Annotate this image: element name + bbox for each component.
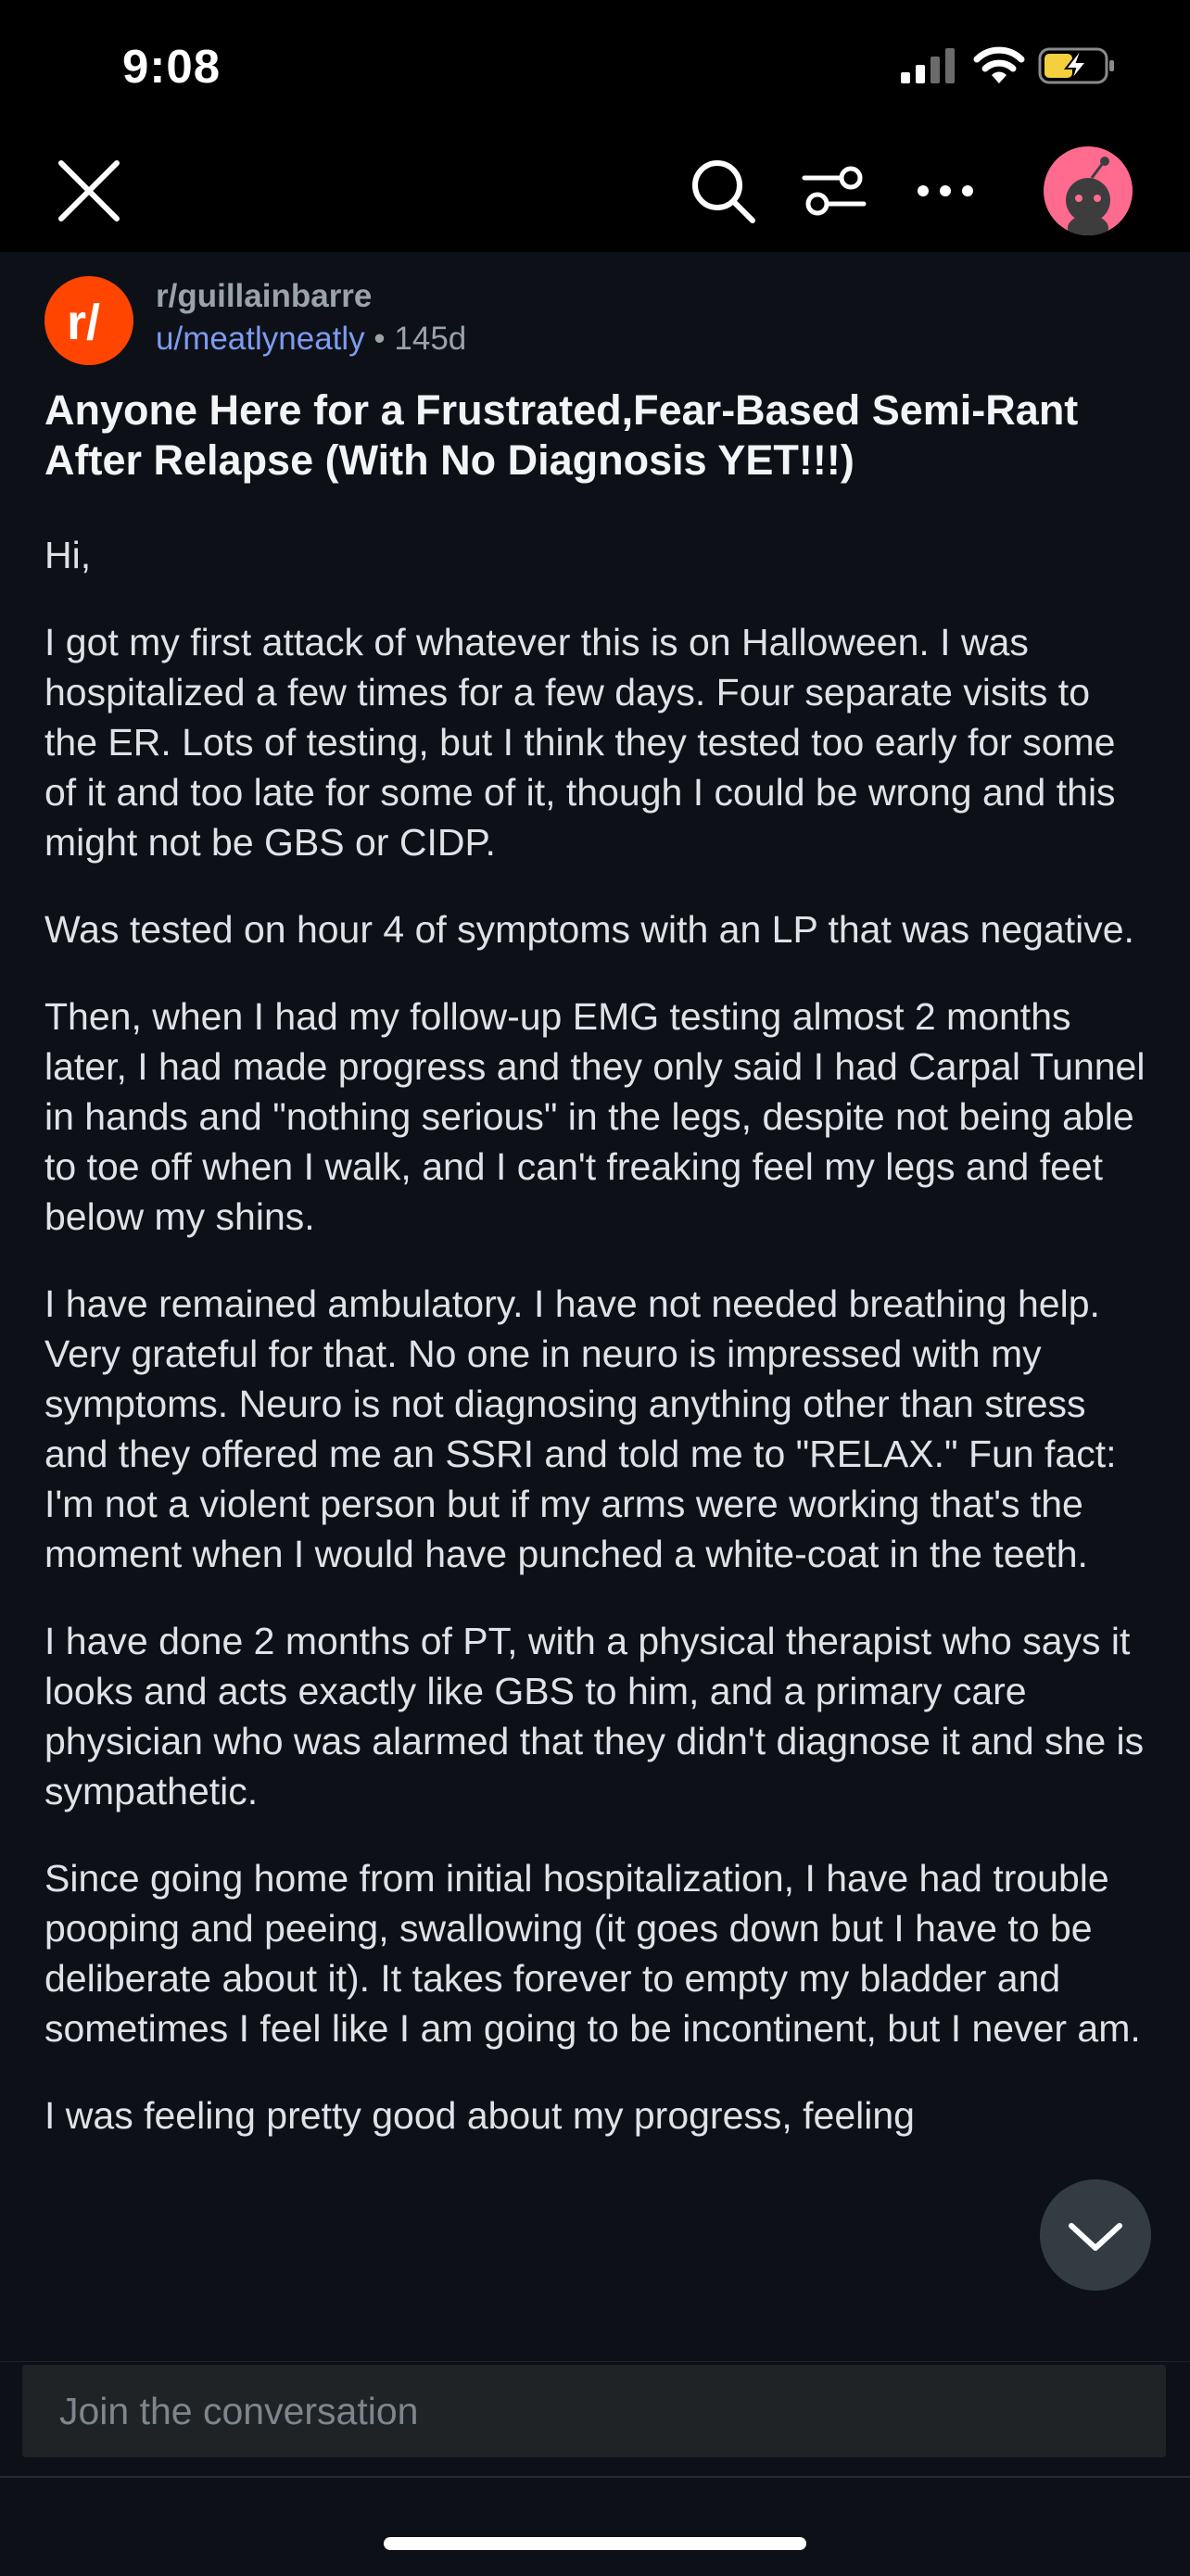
more-icon[interactable] — [910, 156, 981, 226]
wifi-icon — [973, 46, 1025, 83]
scroll-down-button[interactable] — [1040, 2179, 1151, 2291]
post-paragraph: Since going home from initial hospitaliz… — [44, 1857, 1141, 2050]
post-age: 145d — [394, 321, 467, 357]
post-title: Anyone Here for a Frustrated,Fear-Based … — [44, 386, 1079, 484]
cellular-signal-icon — [901, 48, 955, 83]
subreddit-icon[interactable]: r/ — [44, 276, 133, 365]
post-paragraph: I got my first attack of whatever this i… — [44, 621, 1116, 864]
post-paragraph: I was feeling pretty good about my progr… — [44, 2094, 915, 2137]
home-indicator-area — [0, 2476, 1190, 2576]
chevron-down-icon — [1069, 2223, 1122, 2251]
svg-text:r/: r/ — [67, 295, 100, 350]
snoo-avatar-icon — [1066, 157, 1110, 235]
post-paragraph: I have remained ambulatory. I have not n… — [44, 1282, 1117, 1575]
post-body: Hi, I got my first attack of whatever th… — [44, 530, 1153, 2178]
post-meta: u/meatlyneatly • 145d — [156, 321, 466, 358]
post-paragraph: I have done 2 months of PT, with a physi… — [44, 1620, 1145, 1812]
avatar[interactable] — [1044, 146, 1133, 235]
join-conversation-input[interactable] — [22, 2365, 1166, 2457]
filter-icon[interactable] — [799, 156, 869, 226]
close-icon[interactable] — [54, 156, 124, 226]
top-bar: 9:08 — [0, 0, 1190, 252]
meta-separator: • — [373, 321, 386, 357]
post-paragraph: Then, when I had my follow-up EMG testin… — [44, 995, 1146, 1238]
post-paragraph: Hi, — [44, 534, 92, 576]
subreddit-name[interactable]: r/guillainbarre — [156, 278, 372, 315]
reddit-r-slash-icon: r/ — [67, 295, 100, 350]
status-time: 9:08 — [122, 40, 222, 93]
post-paragraph: Was tested on hour 4 of symptoms with an… — [44, 908, 1134, 951]
author-link[interactable]: u/meatlyneatly — [156, 321, 365, 357]
home-indicator[interactable] — [384, 2537, 806, 2550]
search-icon[interactable] — [688, 156, 758, 226]
battery-charging-icon — [1038, 47, 1114, 84]
post-detail: r/ r/guillainbarre u/meatlyneatly • 145d… — [0, 252, 1190, 2370]
